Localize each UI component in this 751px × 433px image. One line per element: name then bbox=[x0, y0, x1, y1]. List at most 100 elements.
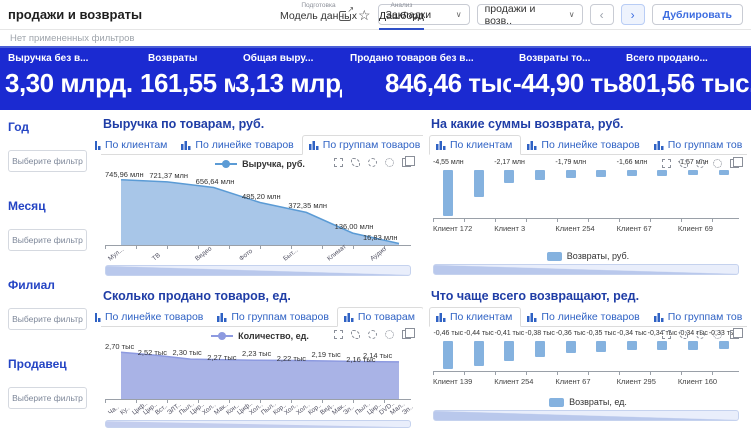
lasso-select-icon[interactable] bbox=[351, 158, 360, 167]
chart-legend: Выручка, руб. bbox=[101, 156, 419, 171]
chart-navigator[interactable] bbox=[105, 420, 411, 428]
chart-navigator[interactable] bbox=[433, 410, 739, 421]
copy-widget-icon[interactable] bbox=[402, 158, 411, 167]
data-label: -0,44 тыс bbox=[464, 330, 495, 341]
circle-lasso-icon[interactable] bbox=[385, 330, 394, 339]
x-axis-tick: Кор.. bbox=[270, 403, 282, 418]
lasso-select-icon[interactable] bbox=[679, 330, 688, 339]
bar[interactable] bbox=[474, 170, 484, 197]
circle-lasso-icon[interactable] bbox=[713, 159, 722, 168]
chart-tab[interactable]: По клиентам bbox=[95, 136, 175, 154]
data-label: -2,17 млн bbox=[494, 159, 525, 170]
copy-widget-icon[interactable] bbox=[402, 330, 411, 339]
chart-tab[interactable]: По линейке товаров bbox=[175, 136, 301, 154]
bar[interactable] bbox=[535, 341, 545, 357]
bar-plot[interactable]: -4,55 млн-2,17 млн-1,79 млн-1,66 млн-1,5… bbox=[433, 159, 739, 236]
zoom-rect-icon[interactable] bbox=[334, 330, 343, 339]
bar[interactable] bbox=[688, 341, 698, 350]
area-plot[interactable]: 745,96 млн721,37 млн656,64 млн485,20 млн… bbox=[105, 171, 411, 245]
zoom-rect-icon[interactable] bbox=[662, 159, 671, 168]
data-label: 745,96 млн bbox=[105, 170, 144, 179]
bar[interactable] bbox=[596, 341, 606, 352]
chart-tab[interactable]: По клиентам bbox=[429, 307, 521, 327]
category-label: Клиент 160 bbox=[678, 377, 739, 389]
x-axis-tick: Пыл.. bbox=[176, 403, 188, 418]
bar[interactable] bbox=[657, 170, 667, 176]
seller-filter-button[interactable]: Выберите фильтр bbox=[8, 387, 87, 409]
bar[interactable] bbox=[566, 170, 576, 178]
bar[interactable] bbox=[627, 341, 637, 350]
chevron-down-icon: ∨ bbox=[450, 10, 462, 19]
applied-filters-bar[interactable]: Нет примененных фильтров bbox=[0, 30, 751, 48]
x-axis-tick: Хол.. bbox=[246, 403, 258, 418]
bar[interactable] bbox=[504, 170, 514, 183]
chart-title: На какие суммы возврата, руб. bbox=[431, 117, 747, 131]
category-label: Быт... bbox=[282, 247, 299, 263]
chart-tabbar: По линейке товаров По группам товаров По… bbox=[101, 306, 419, 327]
data-label: 721,37 млн bbox=[149, 171, 188, 180]
zoom-circle-icon[interactable] bbox=[368, 158, 377, 167]
zoom-rect-icon[interactable] bbox=[334, 158, 343, 167]
bar[interactable] bbox=[443, 170, 453, 216]
chart-tab[interactable]: По линейке товаров bbox=[521, 308, 647, 326]
chart-tab[interactable]: По группам товаров bbox=[302, 135, 423, 155]
copy-widget-icon[interactable] bbox=[730, 330, 739, 339]
bar[interactable] bbox=[566, 341, 576, 353]
category-label: Мул... bbox=[107, 246, 125, 262]
filters-sidebar: Год Выберите фильтр Месяц Выберите фильт… bbox=[0, 110, 95, 433]
page-select[interactable]: продажи и возв.. ∨ bbox=[477, 4, 583, 25]
bar[interactable] bbox=[443, 341, 453, 369]
chart-tab[interactable]: По линейке товаров bbox=[521, 136, 647, 154]
bar[interactable] bbox=[474, 341, 484, 366]
prev-button[interactable]: ‹ bbox=[590, 4, 614, 25]
x-axis-tick: Цир.. bbox=[140, 403, 152, 418]
category-label: Эп.. bbox=[401, 404, 415, 417]
chart-tab[interactable]: По группам тов bbox=[648, 308, 751, 326]
chart-navigator[interactable] bbox=[433, 264, 739, 275]
x-axis-tick: Циф.. bbox=[129, 403, 141, 418]
tab-dashboard[interactable]: Анализ Дашборд bbox=[379, 0, 424, 30]
kpi-revenue-net: Выручка без в... 3,30 млрд. bbox=[0, 48, 140, 110]
next-button[interactable]: › bbox=[621, 4, 645, 25]
year-filter-button[interactable]: Выберите фильтр bbox=[8, 150, 87, 172]
chart-tab[interactable]: По клиентам bbox=[429, 135, 521, 155]
data-label bbox=[525, 159, 556, 170]
x-axis-tick: Хол.. bbox=[199, 403, 211, 418]
tab-caption: Анализ bbox=[390, 2, 412, 9]
bar[interactable] bbox=[657, 341, 667, 350]
lasso-select-icon[interactable] bbox=[679, 159, 688, 168]
duplicate-button[interactable]: Дублировать bbox=[652, 4, 743, 25]
x-axis-tick: Эп.. bbox=[399, 403, 411, 418]
bar[interactable] bbox=[504, 341, 514, 361]
bar[interactable] bbox=[719, 170, 729, 175]
category-label: Клиент 295 bbox=[617, 377, 678, 389]
bar-chart-icon bbox=[95, 312, 101, 322]
share-icon[interactable] bbox=[339, 11, 351, 21]
data-label: 136,00 млн bbox=[335, 222, 374, 231]
zoom-rect-icon[interactable] bbox=[662, 330, 671, 339]
bar[interactable] bbox=[719, 341, 729, 349]
zoom-circle-icon[interactable] bbox=[368, 330, 377, 339]
bar-slot bbox=[586, 170, 617, 177]
bar[interactable] bbox=[596, 170, 606, 177]
lasso-select-icon[interactable] bbox=[351, 330, 360, 339]
branch-filter-button[interactable]: Выберите фильтр bbox=[8, 308, 87, 330]
circle-lasso-icon[interactable] bbox=[385, 158, 394, 167]
chart-navigator[interactable] bbox=[105, 265, 411, 276]
chart-tab[interactable]: По группам товаров bbox=[211, 308, 337, 326]
zoom-circle-icon[interactable] bbox=[696, 330, 705, 339]
zoom-circle-icon[interactable] bbox=[696, 159, 705, 168]
bar[interactable] bbox=[688, 170, 698, 175]
bar-slot bbox=[494, 341, 525, 361]
circle-lasso-icon[interactable] bbox=[713, 330, 722, 339]
copy-widget-icon[interactable] bbox=[730, 159, 739, 168]
data-label: 2,14 тыс bbox=[363, 351, 392, 360]
chart-tab[interactable]: По линейке товаров bbox=[95, 308, 211, 326]
month-filter-button[interactable]: Выберите фильтр bbox=[8, 229, 87, 251]
area-plot[interactable]: 2,70 тыс2,52 тыс2,30 тыс2,27 тыс2,23 тыс… bbox=[105, 343, 411, 399]
bar[interactable] bbox=[627, 170, 637, 176]
kpi-returned-units: Возвраты то... -44,90 тыс. bbox=[511, 48, 618, 110]
chart-tab[interactable]: По товарам bbox=[337, 307, 423, 327]
bar[interactable] bbox=[535, 170, 545, 180]
chart-tab[interactable]: По группам тов bbox=[648, 136, 751, 154]
